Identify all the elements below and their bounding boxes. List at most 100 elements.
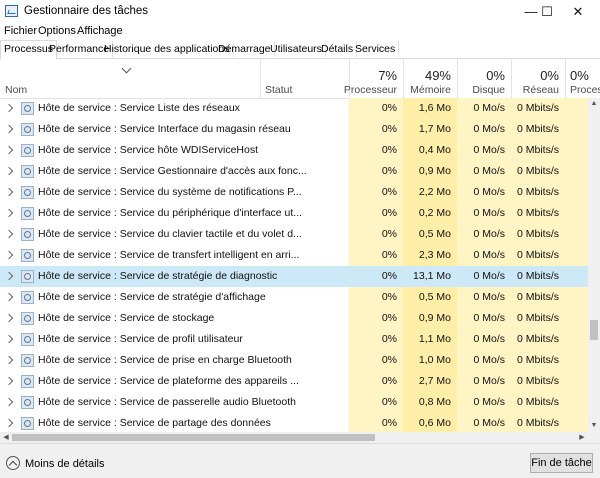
horizontal-scrollbar[interactable]: ◀ ▶ — [0, 432, 588, 443]
tab-services[interactable]: Services — [352, 41, 400, 57]
process-proc — [565, 161, 588, 182]
process-row[interactable]: Hôte de service : Service de stratégie d… — [0, 287, 588, 308]
process-cpu: 0% — [349, 98, 403, 119]
expand-chevron-icon[interactable] — [4, 418, 14, 428]
process-name: Hôte de service : Service Liste des rése… — [38, 102, 240, 114]
chevron-up-icon[interactable] — [6, 456, 20, 470]
tab-historique[interactable]: Historique des applications — [101, 41, 234, 57]
process-row[interactable]: Hôte de service : Service du périphériqu… — [0, 203, 588, 224]
process-cpu: 0% — [349, 308, 403, 329]
horizontal-scroll-thumb[interactable] — [12, 434, 375, 441]
service-gear-icon — [21, 144, 34, 157]
process-memory: 13,1 Mo — [403, 266, 457, 287]
process-disk: 0 Mo/s — [457, 413, 511, 432]
process-proc — [565, 266, 588, 287]
process-row[interactable]: Hôte de service : Service Liste des rése… — [0, 98, 588, 119]
process-network: 0 Mbits/s — [511, 287, 565, 308]
expand-chevron-icon[interactable] — [4, 292, 14, 302]
process-row[interactable]: Hôte de service : Service de profil util… — [0, 329, 588, 350]
process-row[interactable]: Hôte de service : Service de plateforme … — [0, 371, 588, 392]
column-memory[interactable]: 49% Mémoire — [403, 59, 457, 98]
process-cpu: 0% — [349, 119, 403, 140]
process-memory: 1,7 Mo — [403, 119, 457, 140]
process-row[interactable]: Hôte de service : Service Gestionnaire d… — [0, 161, 588, 182]
expand-chevron-icon[interactable] — [4, 250, 14, 260]
expand-chevron-icon[interactable] — [4, 355, 14, 365]
process-row[interactable]: Hôte de service : Service du clavier tac… — [0, 224, 588, 245]
process-name: Hôte de service : Service de transfert i… — [38, 249, 300, 261]
process-memory: 0,5 Mo — [403, 287, 457, 308]
less-details-link[interactable]: Moins de détails — [25, 458, 105, 470]
expand-chevron-icon[interactable] — [4, 397, 14, 407]
process-network: 0 Mbits/s — [511, 203, 565, 224]
process-cpu: 0% — [349, 329, 403, 350]
process-disk: 0 Mo/s — [457, 350, 511, 371]
disk-total: 0% — [486, 68, 505, 83]
process-memory: 1,1 Mo — [403, 329, 457, 350]
expand-chevron-icon[interactable] — [4, 187, 14, 197]
process-network: 0 Mbits/s — [511, 329, 565, 350]
scroll-down-icon[interactable]: ▼ — [588, 420, 600, 432]
column-network[interactable]: 0% Réseau — [511, 59, 565, 98]
process-cpu: 0% — [349, 287, 403, 308]
expand-chevron-icon[interactable] — [4, 145, 14, 155]
process-cpu: 0% — [349, 350, 403, 371]
process-network: 0 Mbits/s — [511, 140, 565, 161]
process-proc — [565, 119, 588, 140]
scroll-right-icon[interactable]: ▶ — [576, 432, 588, 443]
tab-demarrage[interactable]: Démarrage — [215, 41, 275, 57]
expand-chevron-icon[interactable] — [4, 313, 14, 323]
service-gear-icon — [21, 228, 34, 241]
expand-chevron-icon[interactable] — [4, 334, 14, 344]
scroll-up-icon[interactable]: ▲ — [588, 98, 600, 110]
process-name: Hôte de service : Service hôte WDIServic… — [38, 144, 258, 156]
process-cpu: 0% — [349, 392, 403, 413]
process-row[interactable]: Hôte de service : Service du système de … — [0, 182, 588, 203]
service-gear-icon — [21, 333, 34, 346]
expand-chevron-icon[interactable] — [4, 208, 14, 218]
expand-chevron-icon[interactable] — [4, 166, 14, 176]
process-list: Hôte de service : Service Liste des rése… — [0, 98, 588, 432]
process-proc — [565, 371, 588, 392]
process-disk: 0 Mo/s — [457, 98, 511, 119]
process-disk: 0 Mo/s — [457, 161, 511, 182]
process-memory: 0,5 Mo — [403, 224, 457, 245]
process-row[interactable]: Hôte de service : Service de prise en ch… — [0, 350, 588, 371]
expand-chevron-icon[interactable] — [4, 103, 14, 113]
column-cpu[interactable]: 7% Processeur — [344, 59, 403, 98]
process-row[interactable]: Hôte de service : Service Interface du m… — [0, 119, 588, 140]
expand-chevron-icon[interactable] — [4, 124, 14, 134]
memory-label: Mémoire — [410, 84, 451, 96]
expand-chevron-icon[interactable] — [4, 229, 14, 239]
sort-chevron-icon[interactable] — [121, 63, 132, 74]
column-name[interactable]: Nom — [5, 84, 27, 96]
process-disk: 0 Mo/s — [457, 224, 511, 245]
menu-affichage[interactable]: Affichage — [77, 25, 123, 37]
memory-total: 49% — [424, 68, 451, 83]
expand-chevron-icon[interactable] — [4, 376, 14, 386]
process-row[interactable]: Hôte de service : Service hôte WDIServic… — [0, 140, 588, 161]
process-name: Hôte de service : Service du système de … — [38, 186, 302, 198]
process-name: Hôte de service : Service de profil util… — [38, 333, 243, 345]
process-row[interactable]: Hôte de service : Service de partage des… — [0, 413, 588, 432]
process-row[interactable]: Hôte de service : Service de stratégie d… — [0, 266, 588, 287]
process-memory: 1,6 Mo — [403, 98, 457, 119]
column-proc[interactable]: 0% Proces — [565, 59, 600, 98]
process-row[interactable]: Hôte de service : Service de transfert i… — [0, 245, 588, 266]
service-gear-icon — [21, 186, 34, 199]
end-task-button[interactable]: Fin de tâche — [530, 453, 593, 473]
process-network: 0 Mbits/s — [511, 245, 565, 266]
scroll-left-icon[interactable]: ◀ — [0, 432, 12, 443]
process-row[interactable]: Hôte de service : Service de passerelle … — [0, 392, 588, 413]
process-row[interactable]: Hôte de service : Service de stockage 0% 0… — [0, 308, 588, 329]
menu-fichier[interactable]: Fichier — [4, 25, 37, 37]
vertical-scrollbar[interactable]: ▲ ▼ — [588, 98, 600, 432]
vertical-scroll-thumb[interactable] — [590, 320, 598, 340]
process-name: Hôte de service : Service du clavier tac… — [38, 228, 302, 240]
menu-options[interactable]: Options — [38, 25, 76, 37]
scroll-corner — [588, 432, 600, 443]
column-disk[interactable]: 0% Disque — [457, 59, 511, 98]
expand-chevron-icon[interactable] — [4, 271, 14, 281]
close-button[interactable]: ✕ — [555, 0, 600, 24]
process-proc — [565, 329, 588, 350]
